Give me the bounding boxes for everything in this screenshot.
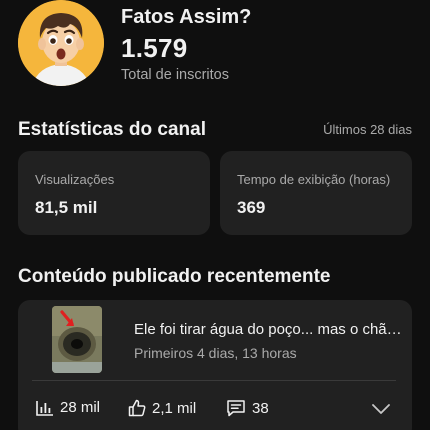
views-stat-label: Visualizações — [35, 172, 115, 187]
video-meta: Primeiros 4 dias, 13 horas — [134, 345, 297, 361]
video-views-metric: 28 mil — [36, 399, 100, 416]
views-stat-value: 81,5 mil — [35, 198, 98, 217]
watch-time-stat-label: Tempo de exibição (horas) — [237, 172, 391, 187]
video-thumbnail[interactable] — [52, 306, 102, 373]
divider — [32, 380, 396, 381]
channel-name: Fatos Assim? — [121, 6, 252, 28]
channel-header: Fatos Assim? 1.579 Total de inscritos — [0, 0, 430, 95]
video-views-value: 28 mil — [60, 399, 101, 416]
thumbs-up-icon — [128, 399, 146, 417]
stats-section-title: Estatísticas do canal — [18, 119, 206, 140]
watch-time-stat-card[interactable]: Tempo de exibição (horas) 369 — [220, 151, 412, 235]
watch-time-stat-value: 369 — [237, 198, 266, 217]
views-stat-card[interactable]: Visualizações 81,5 mil — [18, 151, 210, 235]
recent-content-title: Conteúdo publicado recentemente — [18, 266, 331, 287]
video-comments-value: 38 — [252, 399, 269, 417]
channel-avatar[interactable] — [18, 0, 104, 86]
video-comments-metric: 38 — [226, 399, 269, 417]
stats-period-label: Últimos 28 dias — [323, 122, 412, 137]
subscriber-count: 1.579 — [121, 33, 188, 63]
video-likes-value: 2,1 mil — [152, 399, 197, 417]
avatar-illustration — [18, 0, 104, 86]
recent-video-card[interactable]: Ele foi tirar água do poço... mas o chão… — [18, 300, 412, 430]
thumbnail-image — [52, 306, 102, 373]
subscriber-label: Total de inscritos — [121, 67, 229, 83]
bar-chart-icon — [36, 400, 53, 416]
comment-icon — [227, 400, 245, 417]
video-likes-metric: 2,1 mil — [128, 399, 196, 417]
video-title[interactable]: Ele foi tirar água do poço... mas o chão… — [134, 321, 402, 338]
chevron-down-icon[interactable] — [370, 401, 392, 417]
